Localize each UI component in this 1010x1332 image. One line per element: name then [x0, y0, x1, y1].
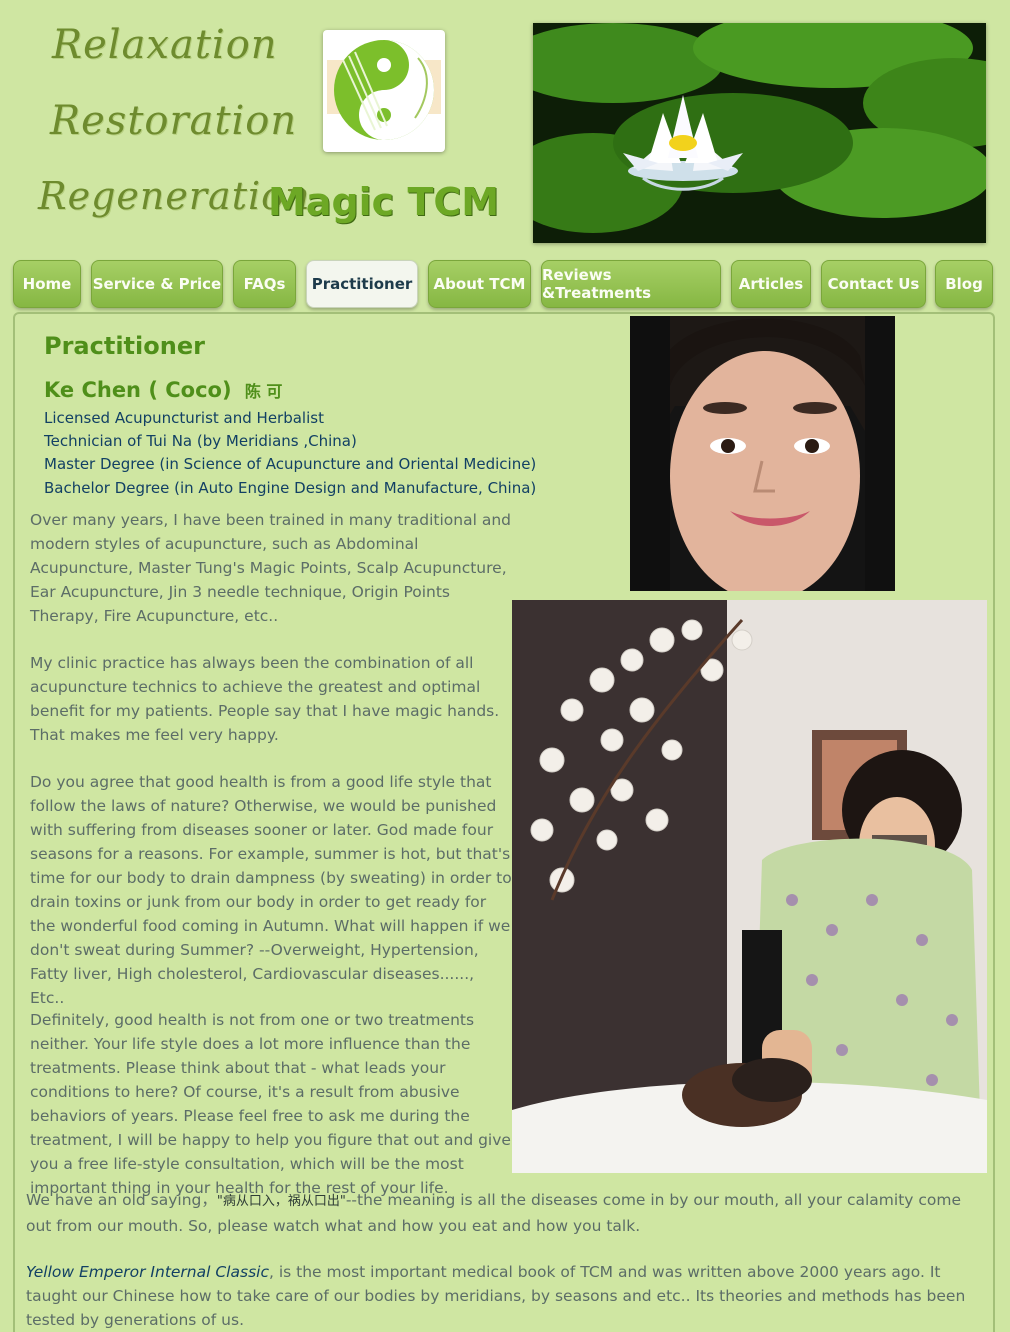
yin-yang-logo[interactable] — [323, 30, 445, 152]
nav-contact-us[interactable]: Contact Us — [821, 260, 926, 308]
treatment-photo — [512, 600, 987, 1173]
paragraph-life-style: Do you agree that good health is from a … — [30, 773, 512, 1007]
classic-title-link[interactable]: Yellow Emperor Internal Classic — [26, 1263, 269, 1281]
paragraph-training: Over many years, I have been trained in … — [30, 511, 511, 625]
paragraph-classic: Yellow Emperor Internal Classic, is the … — [26, 1260, 976, 1332]
brand-title: Magic TCM — [268, 180, 500, 224]
tagline-relaxation: Relaxation — [52, 22, 278, 68]
practitioner-name-chinese: 陈 可 — [244, 382, 283, 401]
paragraph-old-saying: We have an old saying，"病从口入，祸从口出"--the m… — [26, 1188, 976, 1238]
saying-chinese: "病从口入，祸从口出" — [216, 1194, 346, 1209]
credential-line: Bachelor Degree (in Auto Engine Design a… — [44, 479, 537, 497]
nav-service-price[interactable]: Service & Price — [91, 260, 223, 308]
water-lily-hero-image — [533, 23, 986, 243]
nav-about-tcm[interactable]: About TCM — [428, 260, 531, 308]
page-title: Practitioner — [44, 332, 205, 360]
nav-practitioner[interactable]: Practitioner — [306, 260, 418, 308]
nav-faqs[interactable]: FAQs — [233, 260, 296, 308]
practitioner-name-english: Ke Chen ( Coco) — [44, 378, 232, 402]
yin-yang-icon — [327, 40, 441, 140]
practitioner-portrait — [630, 316, 895, 591]
nav-articles[interactable]: Articles — [731, 260, 811, 308]
credential-line: Licensed Acupuncturist and Herbalist — [44, 409, 324, 427]
practitioner-name: Ke Chen ( Coco) 陈 可 — [44, 378, 282, 402]
credential-line: Master Degree (in Science of Acupuncture… — [44, 455, 537, 473]
nav-blog[interactable]: Blog — [935, 260, 993, 308]
paragraph-clinic-practice: My clinic practice has always been the c… — [30, 654, 500, 744]
credential-line: Technician of Tui Na (by Meridians ,Chin… — [44, 432, 357, 450]
tagline-restoration: Restoration — [50, 98, 298, 144]
saying-intro: We have an old saying， — [26, 1191, 217, 1209]
paragraph-good-health: Definitely, good health is not from one … — [30, 1011, 511, 1197]
nav-reviews-treatments[interactable]: Reviews &Treatments — [541, 260, 721, 308]
nav-home[interactable]: Home — [13, 260, 81, 308]
